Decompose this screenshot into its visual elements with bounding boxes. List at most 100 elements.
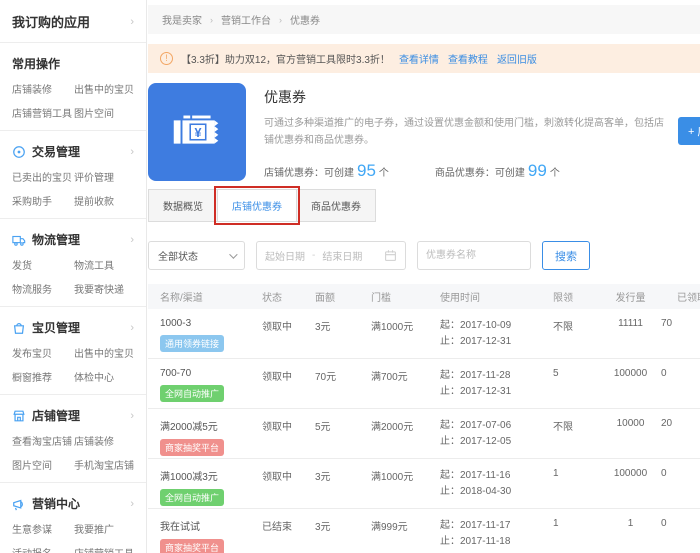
coupon-name[interactable]: 我在试试 xyxy=(160,518,262,533)
breadcrumb-item[interactable]: 优惠券 xyxy=(290,12,320,27)
status-cell: 已结束 xyxy=(262,522,292,533)
end-date-placeholder[interactable]: 结束日期 xyxy=(322,248,362,263)
table-row: 满1000减3元 全网自动推广 领取中 3元 满1000元 起：2017-11-16 止：2… xyxy=(148,459,700,509)
sidebar-section-title-trade[interactable]: 交易管理 › xyxy=(12,143,134,160)
chevron-down-icon xyxy=(229,249,238,259)
limit-cell: 1 xyxy=(553,518,559,529)
start-time: 起：2017-10-09 xyxy=(440,320,512,331)
coupon-name-input[interactable] xyxy=(417,241,531,270)
banner-link[interactable]: 返回旧版 xyxy=(497,55,537,66)
sidebar-link[interactable]: 发布宝贝 xyxy=(12,345,72,360)
sidebar-link[interactable]: 店铺营销工具 xyxy=(12,105,72,120)
sidebar-links: 查看淘宝店铺 店铺装修 图片空间 手机淘宝店铺 xyxy=(12,433,134,476)
sidebar-link[interactable]: 物流服务 xyxy=(12,281,72,296)
sidebar-link[interactable]: 图片空间 xyxy=(74,105,134,120)
limit-cell: 5 xyxy=(553,368,559,379)
sidebar-link[interactable]: 查看淘宝店铺 xyxy=(12,433,72,448)
sidebar-section-title-logistics[interactable]: 物流管理 › xyxy=(12,231,134,248)
sidebar-section-label: 物流管理 xyxy=(32,233,81,247)
tab-店铺优惠券[interactable]: 店铺优惠券 xyxy=(214,186,300,225)
chevron-right-icon: › xyxy=(130,145,134,158)
column-header: 使用时间 xyxy=(440,293,480,304)
search-button[interactable]: 搜索 xyxy=(542,241,590,270)
status-cell: 领取中 xyxy=(262,422,292,433)
table-row: 700-70 全网自动推广 领取中 70元 满700元 起：2017-11-28 止：201… xyxy=(148,359,700,409)
coupon-name-cell: 1000-3 通用领券链接 xyxy=(160,318,262,352)
coupon-name[interactable]: 700-70 xyxy=(160,368,262,379)
table-header: 名称/渠道 状态 面额 门槛 使用时间 限领 发行量 已领取 xyxy=(148,284,700,309)
sidebar-link[interactable]: 生意参谋 xyxy=(12,521,72,536)
sidebar-link[interactable]: 物流工具 xyxy=(74,257,134,272)
sidebar-link[interactable]: 提前收款 xyxy=(74,193,134,208)
sidebar-link[interactable]: 店铺装修 xyxy=(12,81,72,96)
sidebar-section-title-common-ops: 常用操作 xyxy=(12,55,134,72)
date-range-input[interactable]: 起始日期 - 结束日期 xyxy=(256,241,406,270)
sidebar-section-title-shop[interactable]: 店铺管理 › xyxy=(12,407,134,424)
use-time-cell: 起：2017-11-17 止：2017-11-18 xyxy=(440,518,553,553)
sidebar-link[interactable]: 已卖出的宝贝 xyxy=(12,169,72,184)
table-row: 1000-3 通用领券链接 领取中 3元 满1000元 起：2017-10-09 止：201… xyxy=(148,309,700,359)
sidebar-link[interactable]: 出售中的宝贝 xyxy=(74,345,134,360)
trade-icon xyxy=(12,145,26,159)
coupon-name[interactable]: 1000-3 xyxy=(160,318,262,329)
amount-cell: 3元 xyxy=(315,522,331,533)
item-coupon-count: 商品优惠券：可创建 99 个 xyxy=(434,161,560,180)
claimed-cell: 0 xyxy=(661,368,667,379)
amount-cell: 70元 xyxy=(315,372,337,383)
sidebar-link[interactable]: 出售中的宝贝 xyxy=(74,81,134,96)
end-time: 止：2017-12-31 xyxy=(440,385,512,397)
use-time-cell: 起：2017-11-16 止：2018-04-30 xyxy=(440,468,553,506)
sidebar-link[interactable]: 店铺装修 xyxy=(74,433,134,448)
banner-link[interactable]: 查看教程 xyxy=(448,55,488,66)
coupon-name-cell: 满2000减5元 商家抽奖平台 xyxy=(160,418,262,456)
create-shop-coupon-button[interactable]: + 店铺优惠券 xyxy=(678,117,700,145)
breadcrumb-item[interactable]: 我是卖家 xyxy=(162,12,202,27)
sidebar-section-item: 宝贝管理 › 发布宝贝 出售中的宝贝 橱窗推荐 体检中心 xyxy=(0,307,146,394)
issued-cell: 100000 xyxy=(613,468,648,479)
coupon-name[interactable]: 满2000减5元 xyxy=(160,418,262,433)
sidebar-section-label: 交易管理 xyxy=(32,145,81,159)
start-time: 起：2017-11-28 xyxy=(440,370,511,381)
sidebar-link[interactable]: 体检中心 xyxy=(74,369,134,384)
amount-cell: 3元 xyxy=(315,322,331,333)
sidebar-link[interactable]: 评价管理 xyxy=(74,169,134,184)
column-header: 状态 xyxy=(262,293,282,304)
status-select[interactable]: 全部状态 xyxy=(148,241,245,270)
sidebar-link[interactable]: 采购助手 xyxy=(12,193,72,208)
sidebar-link[interactable]: 我要寄快递 xyxy=(74,281,134,296)
sidebar-section-common-ops: 常用操作店铺装修 出售中的宝贝 店铺营销工具 图片空间 xyxy=(0,43,146,130)
sidebar-section-title-item[interactable]: 宝贝管理 › xyxy=(12,319,134,336)
sidebar-link[interactable]: 店铺营销工具 xyxy=(74,545,134,553)
sidebar-links: 发布宝贝 出售中的宝贝 橱窗推荐 体检中心 xyxy=(12,345,134,388)
sidebar-link[interactable]: 我要推广 xyxy=(74,521,134,536)
banner-link[interactable]: 查看详情 xyxy=(399,55,439,66)
tab-数据概览[interactable]: 数据概览 xyxy=(148,189,218,222)
sidebar-section-title-marketing[interactable]: 营销中心 › xyxy=(12,495,134,512)
sidebar-link[interactable]: 发货 xyxy=(12,257,72,272)
sidebar-section-label: 常用操作 xyxy=(12,57,61,71)
status-cell: 领取中 xyxy=(262,372,292,383)
sidebar-link[interactable]: 手机淘宝店铺 xyxy=(74,457,134,472)
threshold-cell: 满700元 xyxy=(371,372,408,383)
coupon-name[interactable]: 满1000减3元 xyxy=(160,468,262,483)
sidebar-link[interactable]: 图片空间 xyxy=(12,457,72,472)
use-time-cell: 起：2017-11-28 止：2017-12-31 xyxy=(440,368,553,402)
start-date-placeholder[interactable]: 起始日期 xyxy=(265,248,305,263)
limit-cell: 不限 xyxy=(553,322,573,333)
breadcrumb-separator: › xyxy=(210,14,213,25)
app-description: 可通过多种渠道推广的电子券，通过设置优惠金额和使用门槛，刺激转化提高客单，包括店… xyxy=(264,118,664,146)
sidebar-link[interactable]: 活动报名 xyxy=(12,545,72,553)
sidebar-header-my-apps[interactable]: 我订购的应用 › xyxy=(0,0,146,42)
claimed-cell: 0 xyxy=(661,518,667,529)
threshold-cell: 满1000元 xyxy=(371,322,414,333)
start-time: 起：2017-07-06 xyxy=(440,420,512,431)
tab-商品优惠券[interactable]: 商品优惠券 xyxy=(296,189,376,222)
item-icon xyxy=(12,321,26,335)
breadcrumb-item[interactable]: 营销工作台 xyxy=(221,12,271,27)
sidebar-link[interactable]: 橱窗推荐 xyxy=(12,369,72,384)
claimed-cell: 0 xyxy=(661,468,667,479)
channel-badge: 全网自动推广 xyxy=(160,489,225,506)
main-content: 我是卖家 › 营销工作台 › 优惠券 ! 【3.3折】助力双12，官方营销工具限时3.3… xyxy=(148,0,700,553)
status-cell: 领取中 xyxy=(262,472,292,483)
limit-cell: 1 xyxy=(553,468,559,479)
